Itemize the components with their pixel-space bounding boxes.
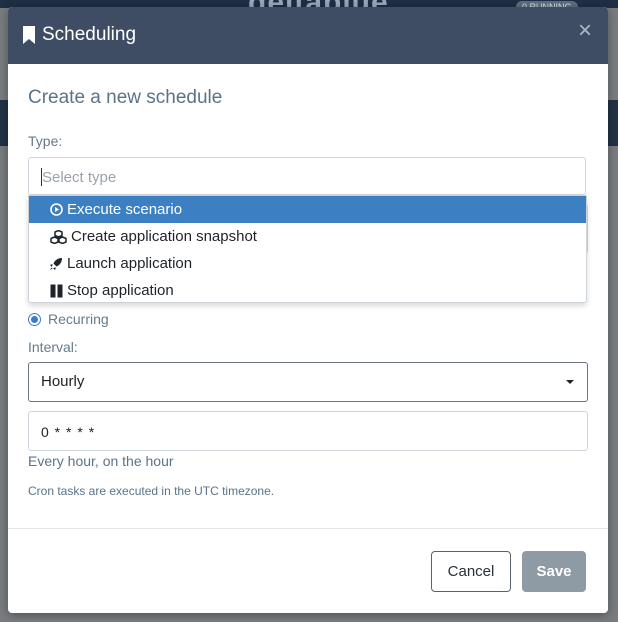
bookmark-icon [23, 26, 35, 44]
close-button[interactable]: × [578, 19, 592, 43]
chevron-down-icon [566, 380, 574, 384]
interval-select[interactable]: Hourly [28, 362, 588, 402]
modal-header: Scheduling × [8, 7, 608, 64]
type-select[interactable]: Select type [28, 157, 586, 195]
recurring-radio[interactable]: Recurring [28, 311, 109, 327]
pause-icon [49, 284, 63, 298]
cron-value: 0 * * * * [41, 424, 96, 440]
option-launch-application[interactable]: Launch application [29, 250, 586, 277]
page-title: Create a new schedule [28, 87, 223, 108]
interval-label: Interval: [28, 339, 78, 355]
cubes-icon [49, 229, 67, 244]
modal-title: Scheduling [42, 24, 137, 45]
cron-description: Every hour, on the hour [28, 453, 174, 469]
option-stop-application[interactable]: Stop application [29, 277, 586, 304]
type-select-placeholder: Select type [42, 169, 117, 186]
cron-input[interactable]: 0 * * * * [28, 411, 588, 451]
save-button[interactable]: Save [522, 551, 586, 592]
option-create-snapshot[interactable]: Create application snapshot [29, 223, 586, 250]
radio-selected-icon[interactable] [28, 312, 41, 326]
option-label: Stop application [67, 282, 174, 299]
scheduling-modal: Scheduling × Create a new schedule Type:… [8, 7, 608, 613]
option-label: Launch application [67, 255, 193, 272]
play-circle-icon [49, 203, 63, 217]
interval-value: Hourly [41, 373, 85, 390]
option-label: Execute scenario [67, 201, 183, 218]
type-dropdown: Execute scenario Create application snap… [28, 195, 587, 303]
cancel-button[interactable]: Cancel [431, 551, 511, 592]
option-execute-scenario[interactable]: Execute scenario [29, 196, 586, 223]
type-label: Type: [28, 133, 63, 149]
recurring-label: Recurring [48, 311, 109, 327]
modal-footer: Cancel Save [8, 528, 608, 614]
rocket-icon [49, 257, 63, 271]
timezone-note: Cron tasks are executed in the UTC timez… [28, 484, 275, 498]
option-label: Create application snapshot [71, 228, 257, 245]
modal-body: Create a new schedule Type: Select type … [8, 64, 608, 529]
